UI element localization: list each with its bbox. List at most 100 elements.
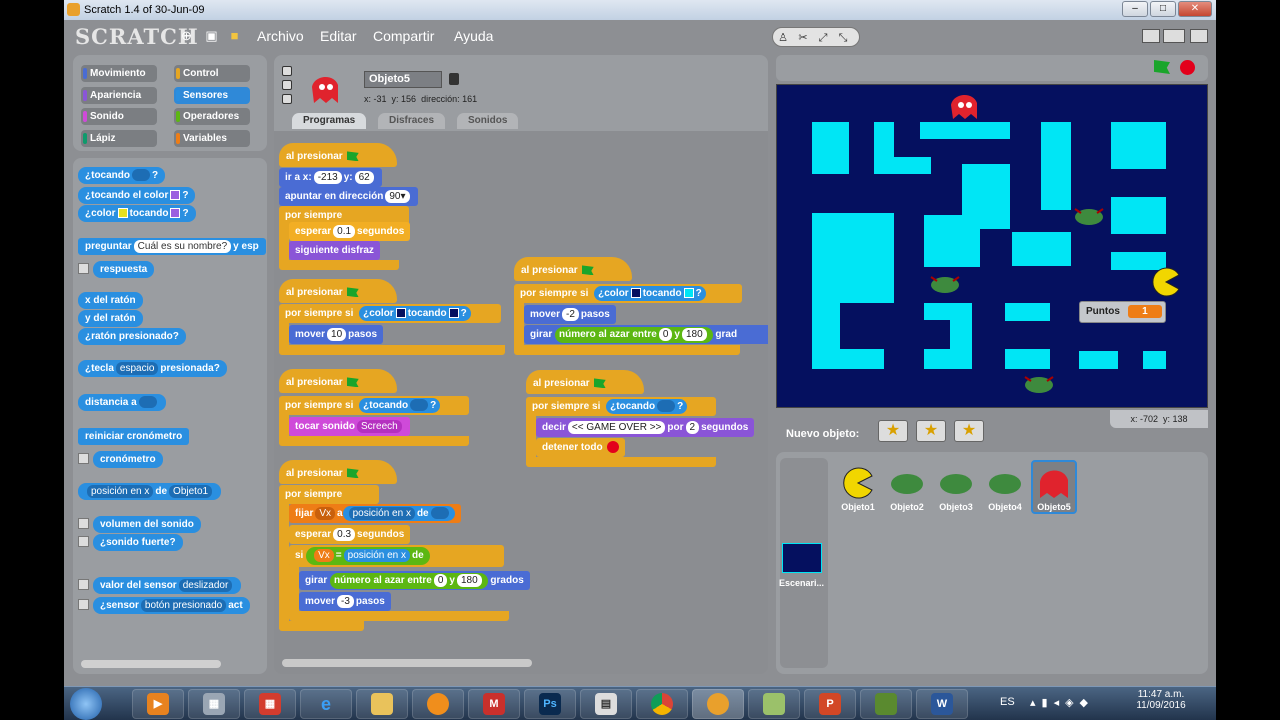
taskbar-apps[interactable]: ▦: [244, 689, 296, 719]
block-mover-1[interactable]: mover 10 pasos: [289, 325, 384, 344]
block-detener-todo[interactable]: detener todo: [536, 438, 625, 457]
close-button[interactable]: ✕: [1178, 1, 1212, 17]
category-control[interactable]: Control: [174, 65, 250, 82]
duplicate-icon[interactable]: ♙: [773, 29, 793, 47]
category-lapiz[interactable]: Lápiz: [81, 130, 157, 147]
block-esperar-1[interactable]: esperar 0.1 segundos: [289, 222, 411, 241]
block-por-siempre-si-2[interactable]: por siempre si ¿tocando?: [279, 396, 469, 415]
taskbar-app[interactable]: [412, 689, 464, 719]
block-color-tocando[interactable]: ¿color tocando?: [78, 205, 196, 222]
block-respuesta[interactable]: respuesta: [93, 261, 155, 278]
sprite-objeto3[interactable]: Objeto3: [933, 466, 979, 512]
sprite-objeto1[interactable]: Objeto1: [835, 466, 881, 512]
minimize-button[interactable]: –: [1122, 1, 1148, 17]
tab-disfraces[interactable]: Disfraces: [378, 113, 446, 129]
block-distancia[interactable]: distancia a: [78, 394, 166, 411]
taskbar-app3[interactable]: [748, 689, 800, 719]
no-rotate-icon[interactable]: [282, 94, 292, 104]
checkbox-respuesta[interactable]: [78, 263, 89, 274]
clock[interactable]: 11:47 a.m. 11/09/2016: [1128, 689, 1194, 711]
block-por-siempre-si-3[interactable]: por siempre si ¿color tocando?: [514, 284, 742, 303]
taskbar-app2[interactable]: ▤: [580, 689, 632, 719]
paint-sprite-button[interactable]: ★: [878, 420, 908, 442]
block-posicion[interactable]: posición en x de Objeto1: [78, 483, 222, 500]
stop-icon[interactable]: [1180, 60, 1195, 75]
green-flag-icon[interactable]: [1154, 60, 1170, 74]
rotate-style-icon[interactable]: [282, 66, 292, 76]
block-tocar-sonido[interactable]: tocar sonido Screech: [289, 417, 410, 436]
taskbar-gmail[interactable]: M: [468, 689, 520, 719]
category-apariencia[interactable]: Apariencia: [81, 87, 157, 104]
sprite-objeto4[interactable]: Objeto4: [982, 466, 1028, 512]
block-mover-3[interactable]: mover -3 pasos: [299, 592, 391, 611]
shrink-icon[interactable]: ⤡: [833, 29, 853, 47]
hat-al-presionar-6[interactable]: al presionar: [526, 370, 644, 394]
hat-al-presionar-2[interactable]: al presionar: [279, 279, 397, 303]
taskbar-chrome[interactable]: [636, 689, 688, 719]
block-siguiente-disfraz[interactable]: siguiente disfraz: [289, 241, 380, 260]
checkbox-volumen[interactable]: [78, 518, 89, 529]
block-apuntar[interactable]: apuntar en dirección 90▾: [279, 187, 418, 206]
menu-editar[interactable]: Editar: [320, 28, 357, 44]
block-raton-presionado[interactable]: ¿ratón presionado?: [78, 328, 186, 345]
hat-al-presionar-3[interactable]: al presionar: [279, 369, 397, 393]
grow-icon[interactable]: ⤢: [813, 29, 833, 47]
sprite-name-field[interactable]: Objeto5: [364, 71, 442, 88]
scripts-scrollbar[interactable]: [282, 659, 532, 667]
block-girar-1[interactable]: girar número al azar entre 0 y 180 grad: [524, 325, 768, 344]
stage[interactable]: Puntos 1: [776, 84, 1208, 408]
category-sonido[interactable]: Sonido: [81, 108, 157, 125]
normal-stage-button[interactable]: [1163, 29, 1185, 43]
category-sensores[interactable]: Sensores: [174, 87, 250, 104]
block-tocando-color[interactable]: ¿tocando el color?: [78, 187, 196, 204]
menu-ayuda[interactable]: Ayuda: [454, 28, 493, 44]
maximize-button[interactable]: □: [1150, 1, 1176, 17]
block-si[interactable]: si Vx = posición en x de: [289, 545, 504, 567]
taskbar-photoshop[interactable]: Ps: [524, 689, 576, 719]
block-por-siempre-2[interactable]: por siempre: [279, 485, 379, 504]
taskbar-app4[interactable]: [860, 689, 912, 719]
presentation-button[interactable]: [1190, 29, 1208, 43]
block-x-raton[interactable]: x del ratón: [78, 292, 143, 309]
menu-archivo[interactable]: Archivo: [257, 28, 304, 44]
stage-thumbnail[interactable]: [782, 543, 822, 573]
block-sensor[interactable]: ¿sensor botón presionado act: [93, 597, 250, 614]
block-cronometro[interactable]: cronómetro: [93, 451, 163, 468]
block-volumen[interactable]: volumen del sonido: [93, 516, 201, 533]
block-fijar[interactable]: fijar Vx a posición en x de: [289, 504, 461, 523]
block-ir-a[interactable]: ir a x: -213 y: 62: [279, 168, 382, 187]
category-operadores[interactable]: Operadores: [174, 108, 250, 125]
save-icon[interactable]: ▣: [204, 28, 219, 43]
taskbar-powerpoint[interactable]: P: [804, 689, 856, 719]
menu-compartir[interactable]: Compartir: [373, 28, 434, 44]
block-por-siempre-si-1[interactable]: por siempre si ¿color tocando?: [279, 304, 501, 323]
sprite-objeto2[interactable]: Objeto2: [884, 466, 930, 512]
globe-icon[interactable]: ⊕: [179, 28, 194, 43]
block-y-raton[interactable]: y del ratón: [78, 310, 143, 327]
checkbox-sonido-fuerte[interactable]: [78, 536, 89, 547]
taskbar-scratch[interactable]: [692, 689, 744, 719]
block-por-siempre-si-4[interactable]: por siempre si ¿tocando?: [526, 397, 716, 416]
taskbar-ie[interactable]: e: [300, 689, 352, 719]
checkbox-sensor[interactable]: [78, 599, 89, 610]
block-preguntar[interactable]: preguntar Cuál es su nombre? y esp: [78, 238, 266, 255]
block-esperar-2[interactable]: esperar 0.3 segundos: [289, 525, 411, 544]
lock-icon[interactable]: [449, 73, 459, 85]
palette-scrollbar[interactable]: [81, 660, 221, 668]
sprite-objeto5[interactable]: Objeto5: [1031, 460, 1077, 514]
small-stage-button[interactable]: [1142, 29, 1160, 43]
share-icon[interactable]: ■: [227, 28, 242, 43]
random-sprite-button[interactable]: ★: [954, 420, 984, 442]
block-mover-2[interactable]: mover -2 pasos: [524, 305, 616, 324]
hat-al-presionar-4[interactable]: al presionar: [279, 460, 397, 484]
flip-style-icon[interactable]: [282, 80, 292, 90]
tray-icons[interactable]: ▴▮◂◈◆: [1030, 696, 1094, 709]
delete-icon[interactable]: ✂: [793, 29, 813, 47]
block-reiniciar-cronometro[interactable]: reiniciar cronómetro: [78, 428, 190, 445]
language-indicator[interactable]: ES: [1000, 696, 1015, 708]
hat-al-presionar-1[interactable]: al presionar: [279, 143, 397, 167]
category-movimiento[interactable]: Movimiento: [81, 65, 157, 82]
category-variables[interactable]: Variables: [174, 130, 250, 147]
block-tocando[interactable]: ¿tocando?: [78, 167, 166, 184]
choose-sprite-button[interactable]: ★: [916, 420, 946, 442]
